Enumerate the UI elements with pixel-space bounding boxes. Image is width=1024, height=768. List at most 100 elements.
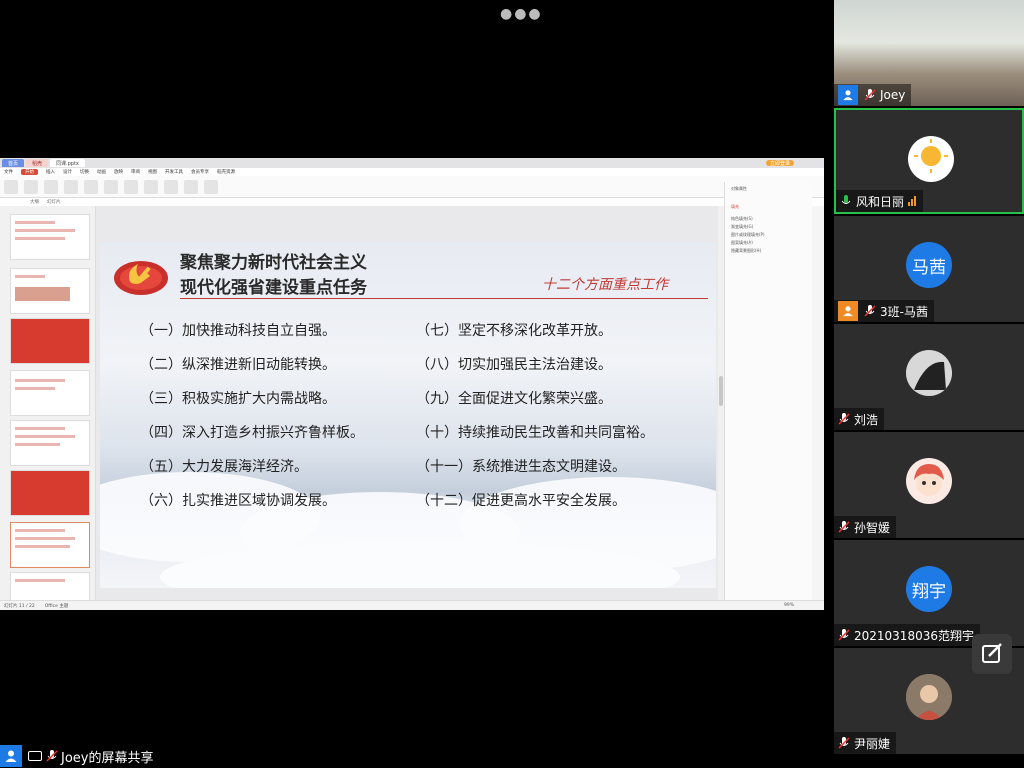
- shape-icon[interactable]: [164, 179, 178, 194]
- font-icon[interactable]: [84, 179, 98, 194]
- mic-muted-icon: [864, 89, 876, 101]
- fill-option[interactable]: 隐藏背景图形(H): [731, 248, 761, 254]
- align-icon[interactable]: [124, 179, 138, 194]
- paste-icon[interactable]: [4, 179, 18, 194]
- menu-docer-resources[interactable]: 稻壳资源: [217, 169, 235, 175]
- participant-tile[interactable]: 刘浩: [834, 324, 1024, 430]
- panel-tabs: 大纲 幻灯片: [0, 198, 824, 206]
- participant-name-tag: 20210318036范翔宇: [834, 624, 980, 646]
- ribbon-toolbar: [0, 176, 824, 198]
- fill-option[interactable]: 纯色填充(S): [731, 216, 753, 222]
- menu-slideshow[interactable]: 放映: [114, 169, 123, 175]
- menu-insert[interactable]: 插入: [46, 169, 55, 175]
- arrange-icon[interactable]: [184, 179, 198, 194]
- task-item: （四）深入打造乡村振兴齐鲁样板。: [140, 425, 364, 441]
- avatar-photo: [906, 674, 952, 720]
- tab-outline[interactable]: 大纲: [30, 199, 39, 205]
- menu-animation[interactable]: 动画: [97, 169, 106, 175]
- title-divider: [180, 298, 708, 299]
- participant-tile[interactable]: 马茜 3班-马茜: [834, 216, 1024, 322]
- menu-design[interactable]: 设计: [63, 169, 72, 175]
- tab-docer[interactable]: 稻壳: [26, 159, 49, 167]
- avatar-sun-icon: [908, 136, 954, 182]
- slide-thumbnail[interactable]: [10, 572, 90, 600]
- textbox-icon[interactable]: [144, 179, 158, 194]
- menu-member[interactable]: 会员专享: [191, 169, 209, 175]
- slide-thumbnail[interactable]: [10, 470, 90, 516]
- fill-option[interactable]: 渐变填充(G): [731, 224, 753, 230]
- right-tool-strip: [812, 206, 824, 600]
- participant-name-tag: 3班-马茜: [834, 300, 934, 322]
- mic-muted-icon: [46, 750, 58, 762]
- menu-developer[interactable]: 开发工具: [165, 169, 183, 175]
- participant-name-tag: 风和日丽: [836, 190, 924, 212]
- avatar-photo: [906, 350, 952, 396]
- participant-name-tag: 刘浩: [834, 408, 885, 430]
- task-item: （一）加快推动科技自立自强。: [140, 323, 336, 339]
- task-item: （二）纵深推进新旧动能转换。: [140, 357, 336, 373]
- user-icon: [838, 85, 858, 105]
- tab-slides[interactable]: 幻灯片: [47, 199, 61, 205]
- screen-share-icon: [28, 751, 42, 761]
- user-icon: [838, 301, 858, 321]
- properties-panel: 对象属性 填充 纯色填充(S) 渐变填充(G) 图片或纹理填充(P) 图案填充(…: [724, 182, 812, 600]
- more-menu-icon[interactable]: ●●●: [500, 6, 543, 22]
- find-icon[interactable]: [204, 179, 218, 194]
- participant-name-tag: Joey: [834, 84, 912, 106]
- participant-name: Joey: [880, 88, 906, 102]
- mic-muted-icon: [838, 737, 850, 749]
- menu-home[interactable]: 开始: [21, 169, 38, 175]
- layout-icon[interactable]: [64, 179, 78, 194]
- editor-body: 聚焦聚力新时代社会主义 现代化强省建设重点任务 十二个方面重点工作 （一）加快推…: [0, 182, 824, 600]
- menu-view[interactable]: 视图: [148, 169, 157, 175]
- participant-name: 风和日丽: [856, 194, 905, 209]
- mic-muted-icon: [864, 305, 876, 317]
- participant-tile[interactable]: 翔宇 20210318036范翔宇: [834, 540, 1024, 646]
- slide-title-line1: 聚焦聚力新时代社会主义: [180, 253, 367, 273]
- slide-thumbnail[interactable]: [10, 370, 90, 416]
- tab-document[interactable]: 同课.pptx: [50, 159, 85, 167]
- avatar: 马茜: [906, 242, 952, 288]
- slide-thumbnail[interactable]: [10, 420, 90, 466]
- participant-tile[interactable]: 孙智媛: [834, 432, 1024, 538]
- participant-name-tag: 孙智媛: [834, 516, 897, 538]
- panel-fill-header: 填充: [731, 204, 739, 209]
- tab-home[interactable]: 首页: [2, 159, 25, 167]
- task-item: （七）坚定不移深化改革开放。: [416, 323, 612, 339]
- task-item: （九）全面促进文化繁荣兴盛。: [416, 391, 612, 407]
- slide-thumbnail-selected[interactable]: [10, 522, 90, 568]
- slide-canvas[interactable]: 聚焦聚力新时代社会主义 现代化强省建设重点任务 十二个方面重点工作 （一）加快推…: [96, 206, 724, 600]
- party-emblem-icon: [114, 261, 168, 295]
- menu-file[interactable]: 文件: [4, 169, 13, 175]
- menu-review[interactable]: 审阅: [131, 169, 140, 175]
- bold-icon[interactable]: [104, 179, 118, 194]
- mic-muted-icon: [838, 521, 850, 533]
- login-button[interactable]: 立即登录: [765, 160, 794, 167]
- slide-title-line2: 现代化强省建设重点任务: [180, 278, 367, 298]
- participant-tile-active[interactable]: 风和日丽: [834, 108, 1024, 214]
- slide-thumbnail[interactable]: [10, 214, 90, 260]
- menu-bar: 文件 开始 插入 设计 切换 动画 放映 审阅 视图 开发工具 会员专享 稻壳资…: [0, 168, 824, 176]
- zoom-level[interactable]: 99%: [784, 603, 794, 608]
- shared-screen: 首页 稻壳 同课.pptx 立即登录 文件 开始 插入 设计 切换 动画 放映 …: [0, 158, 824, 610]
- menu-transition[interactable]: 切换: [80, 169, 89, 175]
- task-item: （三）积极实施扩大内需战略。: [140, 391, 336, 407]
- annotate-button[interactable]: [972, 634, 1012, 674]
- new-slide-icon[interactable]: [44, 179, 58, 194]
- signal-strength-icon: [908, 196, 917, 206]
- task-item: （十）持续推动民生改善和共同富裕。: [416, 425, 654, 441]
- participant-name: 20210318036范翔宇: [854, 628, 974, 643]
- fill-option[interactable]: 图片或纹理填充(P): [731, 232, 765, 238]
- format-painter-icon[interactable]: [24, 179, 38, 194]
- app-titlebar: 首页 稻壳 同课.pptx 立即登录: [0, 158, 824, 168]
- task-item: （十一）系统推进生态文明建设。: [416, 459, 626, 475]
- slide-thumbnail[interactable]: [10, 268, 90, 314]
- slide-subtitle: 十二个方面重点工作: [542, 277, 668, 293]
- participant-tile[interactable]: Joey: [834, 0, 1024, 106]
- fill-option[interactable]: 图案填充(A): [731, 240, 753, 246]
- slide-thumbnail[interactable]: [10, 318, 90, 364]
- panel-title: 对象属性: [731, 186, 747, 191]
- user-icon: [0, 745, 22, 767]
- share-label: Joey的屏幕共享: [61, 750, 154, 766]
- task-item: （十二）促进更高水平安全发展。: [416, 493, 626, 509]
